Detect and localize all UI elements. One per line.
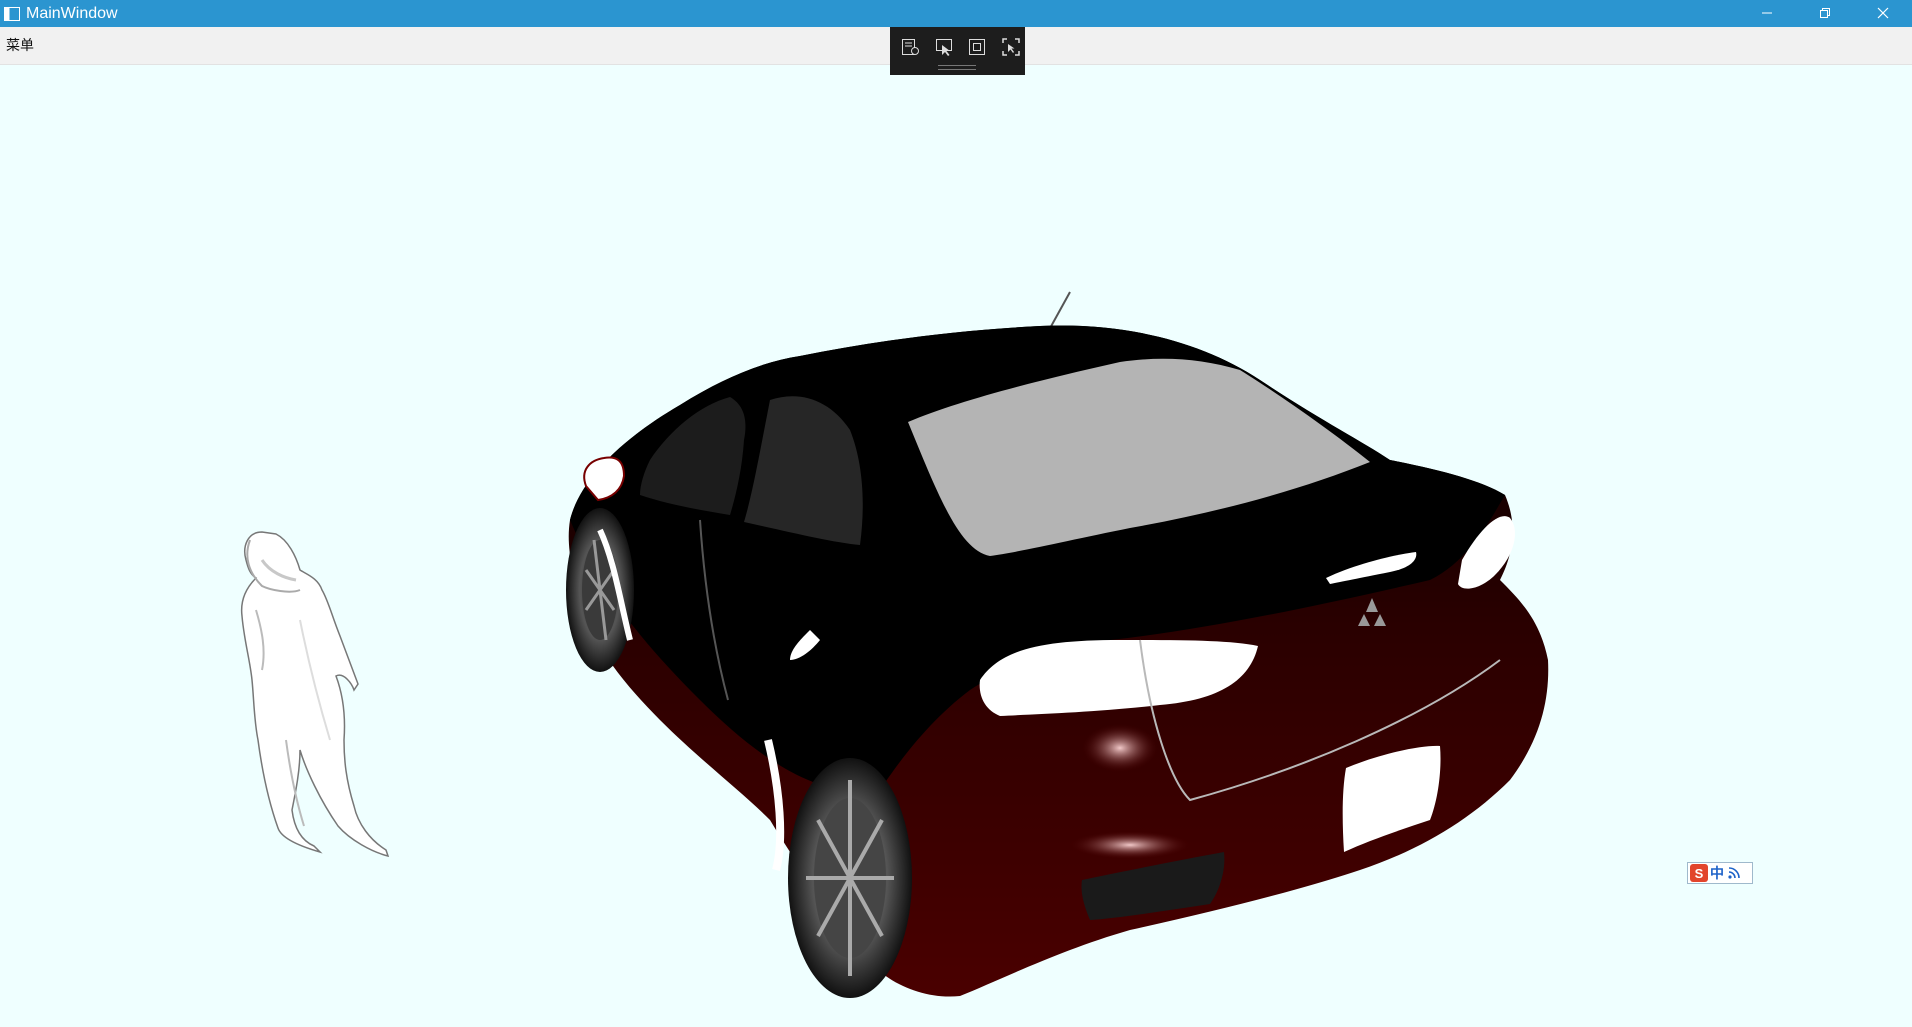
minimize-icon [1761, 4, 1773, 23]
menu-item-main[interactable]: 菜单 [6, 35, 34, 55]
live-visual-tree-button[interactable] [896, 35, 924, 63]
scene-canvas [240, 291, 1549, 998]
select-element-button[interactable] [930, 35, 958, 63]
display-layout-adorners-icon [967, 37, 987, 61]
display-layout-adorners-button[interactable] [964, 35, 992, 63]
ime-logo-icon: S [1690, 864, 1708, 882]
restore-button[interactable] [1796, 0, 1854, 27]
restore-icon [1819, 4, 1831, 23]
toolbar-grip[interactable] [938, 65, 976, 70]
car-model [566, 291, 1549, 998]
app-icon [2, 4, 22, 24]
track-focus-button[interactable] [997, 35, 1025, 63]
ime-feed-icon[interactable] [1726, 865, 1742, 881]
wheel-front [566, 508, 634, 672]
window-controls [1738, 0, 1912, 27]
track-focus-icon [1001, 37, 1021, 61]
human-figure-model [240, 531, 390, 858]
title-bar[interactable]: MainWindow [0, 0, 1912, 27]
close-icon [1877, 4, 1889, 23]
select-element-icon [934, 37, 954, 61]
debug-toolbar [890, 27, 1025, 75]
3d-viewport[interactable] [0, 65, 1912, 1023]
minimize-button[interactable] [1738, 0, 1796, 27]
ime-mode-label[interactable]: 中 [1710, 863, 1724, 883]
window-title: MainWindow [26, 4, 118, 22]
live-visual-tree-icon [900, 37, 920, 61]
close-button[interactable] [1854, 0, 1912, 27]
ime-indicator[interactable]: S 中 [1687, 862, 1753, 884]
